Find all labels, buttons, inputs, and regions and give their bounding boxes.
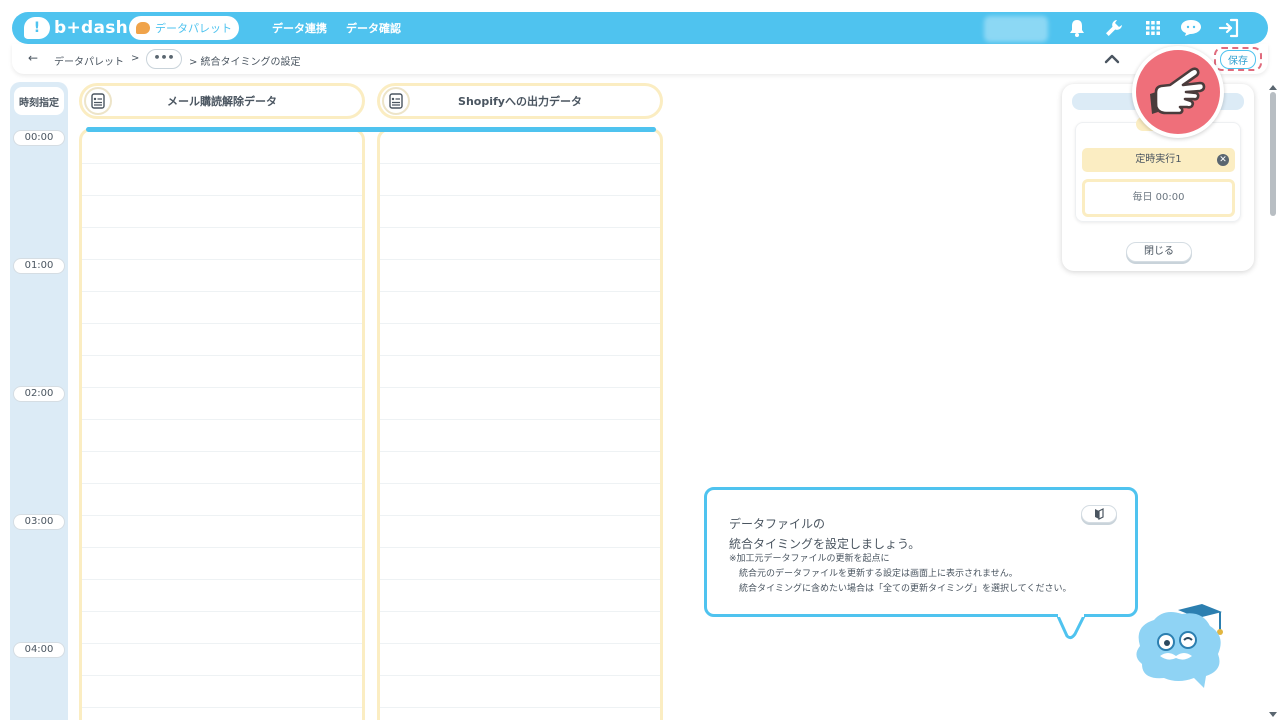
logout-icon[interactable] bbox=[1218, 17, 1240, 39]
tip-line: 統合タイミングを設定しましょう。 bbox=[729, 537, 921, 551]
document-icon bbox=[84, 87, 112, 115]
close-button[interactable]: 閉じる bbox=[1126, 242, 1192, 262]
save-button[interactable]: 保存 bbox=[1214, 47, 1262, 71]
breadcrumb-ellipsis-button[interactable]: ••• bbox=[146, 49, 182, 69]
mascot-icon bbox=[1136, 604, 1223, 688]
beginner-mark-icon bbox=[1095, 508, 1104, 520]
tip-note-line: 統合元のデータファイルを更新する設定は画面上に表示されません。 bbox=[739, 569, 1018, 579]
column-header-unsubscribe[interactable]: メール購読解除データ bbox=[79, 83, 365, 119]
nav-data-integration[interactable]: データ連携 bbox=[272, 20, 327, 36]
tip-bubble: データファイルの 統合タイミングを設定しましょう。 ※加工元データファイルの更新… bbox=[704, 487, 1138, 640]
save-button-label: 保存 bbox=[1220, 49, 1256, 69]
logo-text: b+dash bbox=[54, 18, 129, 38]
column-title: メール購読解除データ bbox=[167, 95, 277, 108]
breadcrumb-current: > 統合タイミングの設定 bbox=[189, 57, 301, 68]
pointing-hand-icon bbox=[1132, 46, 1224, 138]
time-label: 00:00 bbox=[13, 130, 65, 146]
palette-icon bbox=[136, 22, 150, 34]
timeline-progress-bar bbox=[86, 127, 656, 132]
remove-icon[interactable]: ✕ bbox=[1217, 154, 1229, 166]
schedule-column-unsubscribe[interactable] bbox=[79, 128, 365, 720]
time-label: 03:00 bbox=[13, 514, 65, 530]
document-icon bbox=[382, 87, 410, 115]
logo-bubble-icon: ! bbox=[24, 17, 50, 39]
grid-icon[interactable] bbox=[1142, 17, 1164, 39]
time-label: 01:00 bbox=[13, 258, 65, 274]
tip-note: ※加工元データファイルの更新を起点に 統合元のデータファイルを更新する設定は画面… bbox=[729, 552, 1071, 597]
daily-time-field[interactable]: 毎日 00:00 bbox=[1082, 179, 1235, 217]
scroll-down-icon[interactable] bbox=[1269, 712, 1277, 718]
tip-line: データファイルの bbox=[729, 517, 826, 531]
vertical-scrollbar[interactable] bbox=[1268, 84, 1278, 720]
chevron-up-icon[interactable] bbox=[1104, 51, 1120, 67]
tip-note-line: 統合タイミングに含めたい場合は「全ての更新タイミング」を選択してください。 bbox=[739, 584, 1072, 594]
chat-icon[interactable] bbox=[1180, 17, 1202, 39]
scheduled-run-card: 定時 定時実行1 ✕ 毎日 00:00 bbox=[1075, 117, 1241, 222]
breadcrumb-data-palette[interactable]: データパレット bbox=[54, 53, 124, 68]
scheduled-run-chip[interactable]: 定時実行1 ✕ bbox=[1082, 148, 1235, 172]
time-specify-header[interactable]: 時刻指定 bbox=[14, 87, 64, 115]
user-info-blurred[interactable] bbox=[984, 16, 1048, 42]
breadcrumb-bar: ← データパレット > ••• > 統合タイミングの設定 保存 bbox=[12, 44, 1268, 74]
column-header-shopify[interactable]: Shopifyへの出力データ bbox=[377, 83, 663, 119]
back-arrow-icon[interactable]: ← bbox=[28, 51, 38, 65]
top-navigation-bar: ! b+dash データパレット データ連携 データ確認 bbox=[12, 12, 1268, 44]
column-title: Shopifyへの出力データ bbox=[458, 95, 582, 108]
scrollbar-thumb[interactable] bbox=[1270, 92, 1276, 216]
bell-icon[interactable] bbox=[1066, 17, 1088, 39]
scroll-up-icon[interactable] bbox=[1269, 84, 1277, 90]
tip-note-line: ※加工元データファイルの更新を起点に bbox=[729, 554, 890, 564]
scheduled-run-label: 定時実行1 bbox=[1135, 154, 1182, 165]
tip-message: データファイルの 統合タイミングを設定しましょう。 bbox=[729, 514, 920, 554]
nav-data-palette[interactable]: データパレット bbox=[129, 16, 239, 40]
breadcrumb-separator: > bbox=[131, 53, 140, 64]
time-label: 02:00 bbox=[13, 386, 65, 402]
time-label: 04:00 bbox=[13, 642, 65, 658]
nav-data-palette-label: データパレット bbox=[155, 22, 232, 35]
schedule-column-shopify[interactable] bbox=[377, 128, 663, 720]
time-column: 時刻指定 00:00 01:00 02:00 03:00 04:00 bbox=[10, 82, 68, 720]
nav-data-check[interactable]: データ確認 bbox=[346, 20, 401, 36]
beginner-mark-button[interactable] bbox=[1081, 505, 1117, 523]
wrench-icon[interactable] bbox=[1103, 17, 1125, 39]
bubble-tail-icon bbox=[1057, 614, 1087, 640]
bdash-logo[interactable]: ! b+dash bbox=[24, 17, 128, 39]
